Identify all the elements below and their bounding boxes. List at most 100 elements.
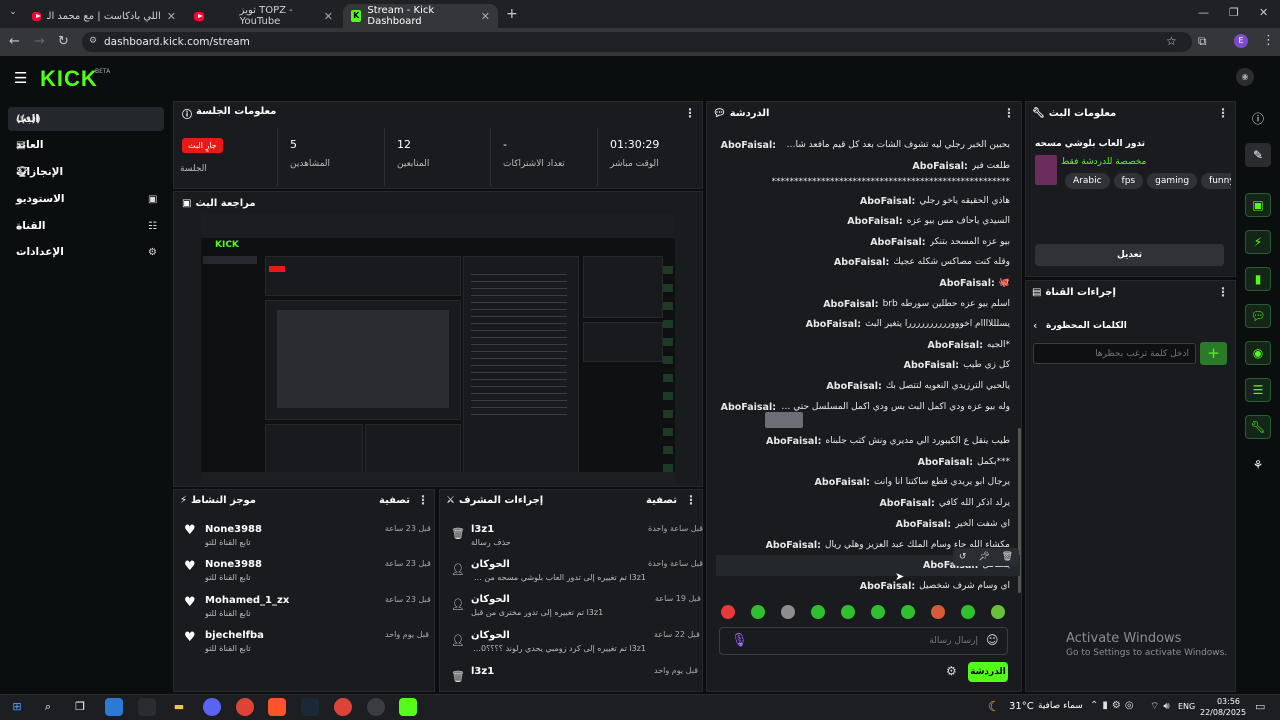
chat-message[interactable]: AboFaisal: بيو عزه المسحد بتنكر (718, 237, 1010, 248)
rail-broadcast-icon[interactable]: ◉ (1245, 341, 1271, 365)
site-info-icon[interactable]: ⚙ (89, 36, 97, 46)
rail-wrench-icon[interactable]: 🔧︎ (1245, 415, 1271, 439)
profile-avatar[interactable]: E (1234, 34, 1248, 48)
rail-doc-icon[interactable]: ▮ (1245, 267, 1271, 291)
more-options-icon[interactable]: ⋮ (684, 106, 696, 120)
chat-message[interactable]: AboFaisal: وقله كنت مصاكس شكله عجيك (718, 257, 1010, 268)
chrome-active-icon[interactable] (334, 698, 352, 716)
edit-button[interactable]: تعديل (1035, 244, 1224, 266)
rail-layout-icon[interactable]: ☰ (1245, 378, 1271, 402)
tab-topz[interactable]: تويز TOPZ - YouTube ✕ (186, 4, 341, 28)
tab-search-icon[interactable]: ⌄ (6, 7, 20, 21)
more-options-icon[interactable]: ⋮ (1003, 106, 1015, 120)
extensions-icon[interactable]: ⧉ (1198, 34, 1207, 49)
steam-icon[interactable] (301, 698, 319, 716)
sidebar-item-studio[interactable]: ⌄ الاستوديو ▣ (8, 187, 164, 211)
chat-message[interactable]: AboFaisal: يالحبي الترزيدي النعويه لتتصل … (718, 381, 1010, 392)
chat-message-input[interactable] (750, 631, 978, 651)
discord-icon[interactable] (203, 698, 221, 716)
tag[interactable]: fps (1113, 173, 1144, 189)
microphone-icon[interactable]: 🎙︎ (731, 633, 748, 648)
chat-message[interactable]: AboFaisal: *الجيه (718, 340, 1011, 351)
close-window-button[interactable]: ✕ (1259, 6, 1268, 19)
search-icon[interactable]: ⌕ (39, 698, 57, 716)
url-field[interactable]: dashboard.kick.com/stream (82, 32, 1192, 52)
chat-message[interactable]: AboFaisal: بحبين الخبر رجلي ليه تشوف الشا… (718, 140, 1010, 151)
category-link[interactable]: مخصصة للدردشة فقط (1061, 157, 1146, 167)
more-options-icon[interactable]: ⋮ (417, 493, 429, 507)
tab-kick-dashboard[interactable]: K Stream - Kick Dashboard ✕ (343, 4, 498, 28)
chat-message[interactable]: AboFaisal: اي شفت الخير (718, 519, 1010, 530)
blocked-word-input[interactable] (1033, 343, 1196, 364)
pin-icon[interactable]: 📌︎ (978, 552, 989, 562)
reload-icon[interactable]: ↻ (58, 34, 69, 49)
emote-icon[interactable] (961, 605, 975, 619)
close-icon[interactable]: ✕ (481, 10, 490, 23)
tag[interactable]: gaming (1147, 173, 1198, 189)
sidebar-item-settings[interactable]: ⌄ الإعدادات ⚙ (8, 240, 164, 264)
chat-message[interactable]: AboFaisal: يرلد اذكر الله كافي (718, 498, 1010, 509)
emote-icon[interactable] (991, 605, 1005, 619)
back-icon[interactable]: ← (9, 34, 20, 49)
sidebar-item-revenue[interactable]: ▤ العائد (8, 133, 164, 157)
notification-icon[interactable]: ▭ (1255, 700, 1265, 713)
delete-icon[interactable]: 🗑︎ (1002, 552, 1013, 562)
chat-message[interactable]: AboFaisal: 🐙 (718, 278, 1010, 289)
chat-message[interactable]: AboFaisal: كل زي طيب (718, 360, 1010, 371)
bookmark-star-icon[interactable]: ☆ (1166, 34, 1177, 48)
back-chevron-icon[interactable]: ‹ (1033, 319, 1037, 332)
rail-edit-icon[interactable]: ✎ (1245, 143, 1271, 167)
sidebar-item-stream[interactable]: ((•)) البث (8, 107, 164, 131)
app-icon[interactable] (138, 698, 156, 716)
hamburger-menu-icon[interactable]: ☰ (14, 69, 27, 87)
filter-button[interactable]: تصفية (646, 495, 677, 506)
stream-preview-video[interactable]: KICK (201, 214, 675, 484)
chat-message[interactable]: AboFaisal: وله بيو عزه ودي اكمل البث بس و… (718, 402, 1010, 413)
chat-settings-gear-icon[interactable]: ⚙ (946, 664, 957, 678)
rail-chat-icon[interactable]: 💬︎ (1245, 304, 1271, 328)
emote-icon[interactable] (841, 605, 855, 619)
rail-lightning-icon[interactable]: ⚡ (1245, 230, 1271, 254)
filter-button[interactable]: تصفية (379, 495, 410, 506)
tag[interactable]: Arabic (1065, 173, 1110, 189)
emote-icon[interactable] (721, 605, 735, 619)
more-options-icon[interactable]: ⋮ (1217, 285, 1229, 299)
emote-icon[interactable] (901, 605, 915, 619)
browser-menu-icon[interactable]: ⋮ (1262, 33, 1275, 48)
emote-icon[interactable] (781, 605, 795, 619)
emote-icon[interactable] (871, 605, 885, 619)
obs-icon[interactable] (367, 698, 385, 716)
new-tab-button[interactable]: + (506, 6, 518, 22)
close-icon[interactable]: ✕ (167, 10, 176, 23)
emote-icon[interactable] (751, 605, 765, 619)
close-icon[interactable]: ✕ (324, 10, 333, 23)
chat-send-button[interactable]: الدردشة (968, 662, 1008, 682)
file-explorer-icon[interactable]: ▬ (170, 698, 188, 716)
rail-info-icon[interactable]: ⓘ (1245, 106, 1271, 130)
add-blocked-word-button[interactable]: + (1200, 342, 1227, 365)
forward-icon[interactable]: → (34, 34, 45, 49)
rail-camera-icon[interactable]: ▣ (1245, 193, 1271, 217)
kick-logo[interactable]: KICK (40, 66, 98, 92)
rail-share-icon[interactable]: ⚘ (1245, 453, 1271, 477)
tab-podcast[interactable]: اللي بادكاست | مع محمد المكسي...✕ (24, 4, 184, 28)
network-volume-icons[interactable]: ⌔🔊︎ (1150, 700, 1174, 713)
more-options-icon[interactable]: ⋮ (685, 493, 697, 507)
emote-icon[interactable] (811, 605, 825, 619)
task-view-icon[interactable]: ❐ (71, 698, 89, 716)
chat-message[interactable]: AboFaisal: ***بكمل (718, 457, 1010, 468)
chat-message[interactable]: AboFaisal: طلعت فير (718, 161, 1010, 172)
chat-message[interactable]: AboFaisal: يرجال ابو يريدي قطع ساكتنا انا… (718, 477, 1010, 488)
more-options-icon[interactable]: ⋮ (1217, 106, 1229, 120)
kick-app-icon[interactable] (399, 698, 417, 716)
sidebar-item-channel[interactable]: ⌄ القناة ☷ (8, 214, 164, 238)
user-avatar[interactable]: ◉ (1236, 68, 1254, 86)
chat-message[interactable]: AboFaisal: اي وسام شرف شخصيل (718, 581, 1010, 592)
maximize-button[interactable]: ❐ (1229, 6, 1239, 19)
chat-message[interactable]: AboFaisal: يسلللاااام اخوووررررررررررا يت… (718, 319, 1010, 330)
tag[interactable]: funny (1201, 173, 1231, 189)
start-icon[interactable]: ⊞ (8, 698, 26, 716)
chat-message[interactable]: AboFaisal: اسلم بيو عزه حطلين سورطه brb (718, 299, 1010, 310)
emote-icon[interactable] (931, 605, 945, 619)
copilot-icon[interactable] (105, 698, 123, 716)
